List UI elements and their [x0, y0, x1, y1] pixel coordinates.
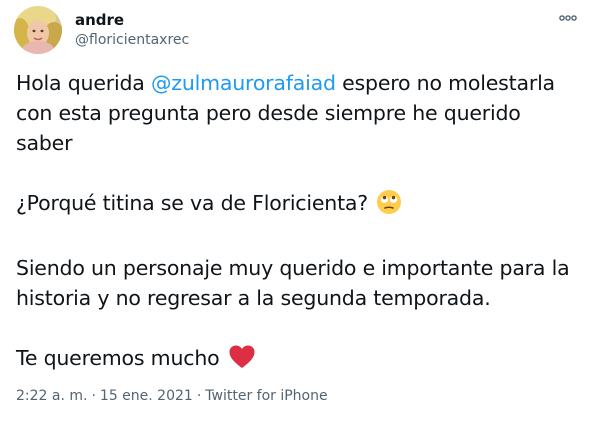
text-segment: Hola querida	[16, 71, 151, 95]
red-heart-emoji	[228, 344, 256, 378]
text-segment: Siendo un personaje muy querido e import…	[16, 256, 570, 310]
tweet-date[interactable]: 15 ene. 2021	[100, 388, 193, 404]
tweet-text: Hola querida @zulmaurorafaiad espero no …	[16, 68, 582, 408]
mention-link[interactable]: @zulmaurorafaiad	[151, 71, 336, 95]
tweet-time[interactable]: 2:22 a. m.	[16, 388, 87, 404]
text-segment: ¿Porqué titina se va de Floricienta?	[16, 191, 368, 215]
text-segment: Te queremos mucho	[16, 346, 220, 370]
tweet-paragraph-2: ¿Porqué titina se va de Floricienta?	[16, 188, 582, 223]
author-names: andre @floricientaxrec	[75, 11, 189, 50]
tweet-card: andre @floricientaxrec Hola querida @zul…	[0, 0, 598, 422]
face-with-rolling-eyes-emoji	[376, 189, 402, 223]
tweet-paragraph-3: Siendo un personaje muy querido e import…	[16, 253, 582, 313]
user-handle[interactable]: @floricientaxrec	[75, 30, 189, 50]
tweet-source[interactable]: Twitter for iPhone	[205, 388, 327, 404]
tweet-paragraph-4: Te queremos mucho	[16, 343, 582, 378]
tweet-header: andre @floricientaxrec	[14, 6, 584, 56]
display-name[interactable]: andre	[75, 11, 189, 29]
more-horizontal-icon	[559, 15, 577, 21]
more-options-button[interactable]	[556, 8, 580, 28]
avatar-image	[14, 6, 62, 54]
avatar[interactable]	[14, 6, 62, 54]
separator: ·	[196, 388, 202, 404]
tweet-metadata: 2:22 a. m. · 15 ene. 2021 · Twitter for iPho…	[16, 386, 328, 406]
tweet-paragraph-1: Hola querida @zulmaurorafaiad espero no …	[16, 68, 582, 158]
separator: ·	[91, 388, 96, 404]
